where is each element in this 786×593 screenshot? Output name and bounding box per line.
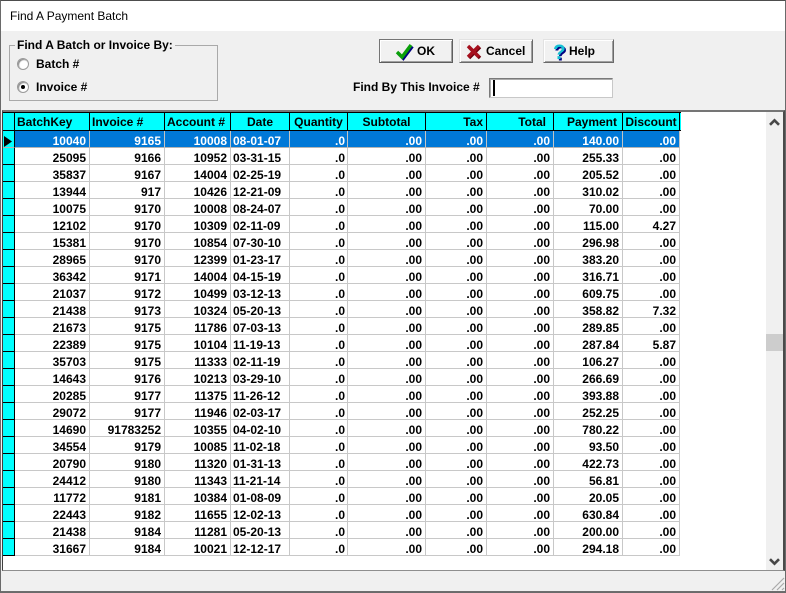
svg-text:?: ?	[553, 41, 566, 64]
